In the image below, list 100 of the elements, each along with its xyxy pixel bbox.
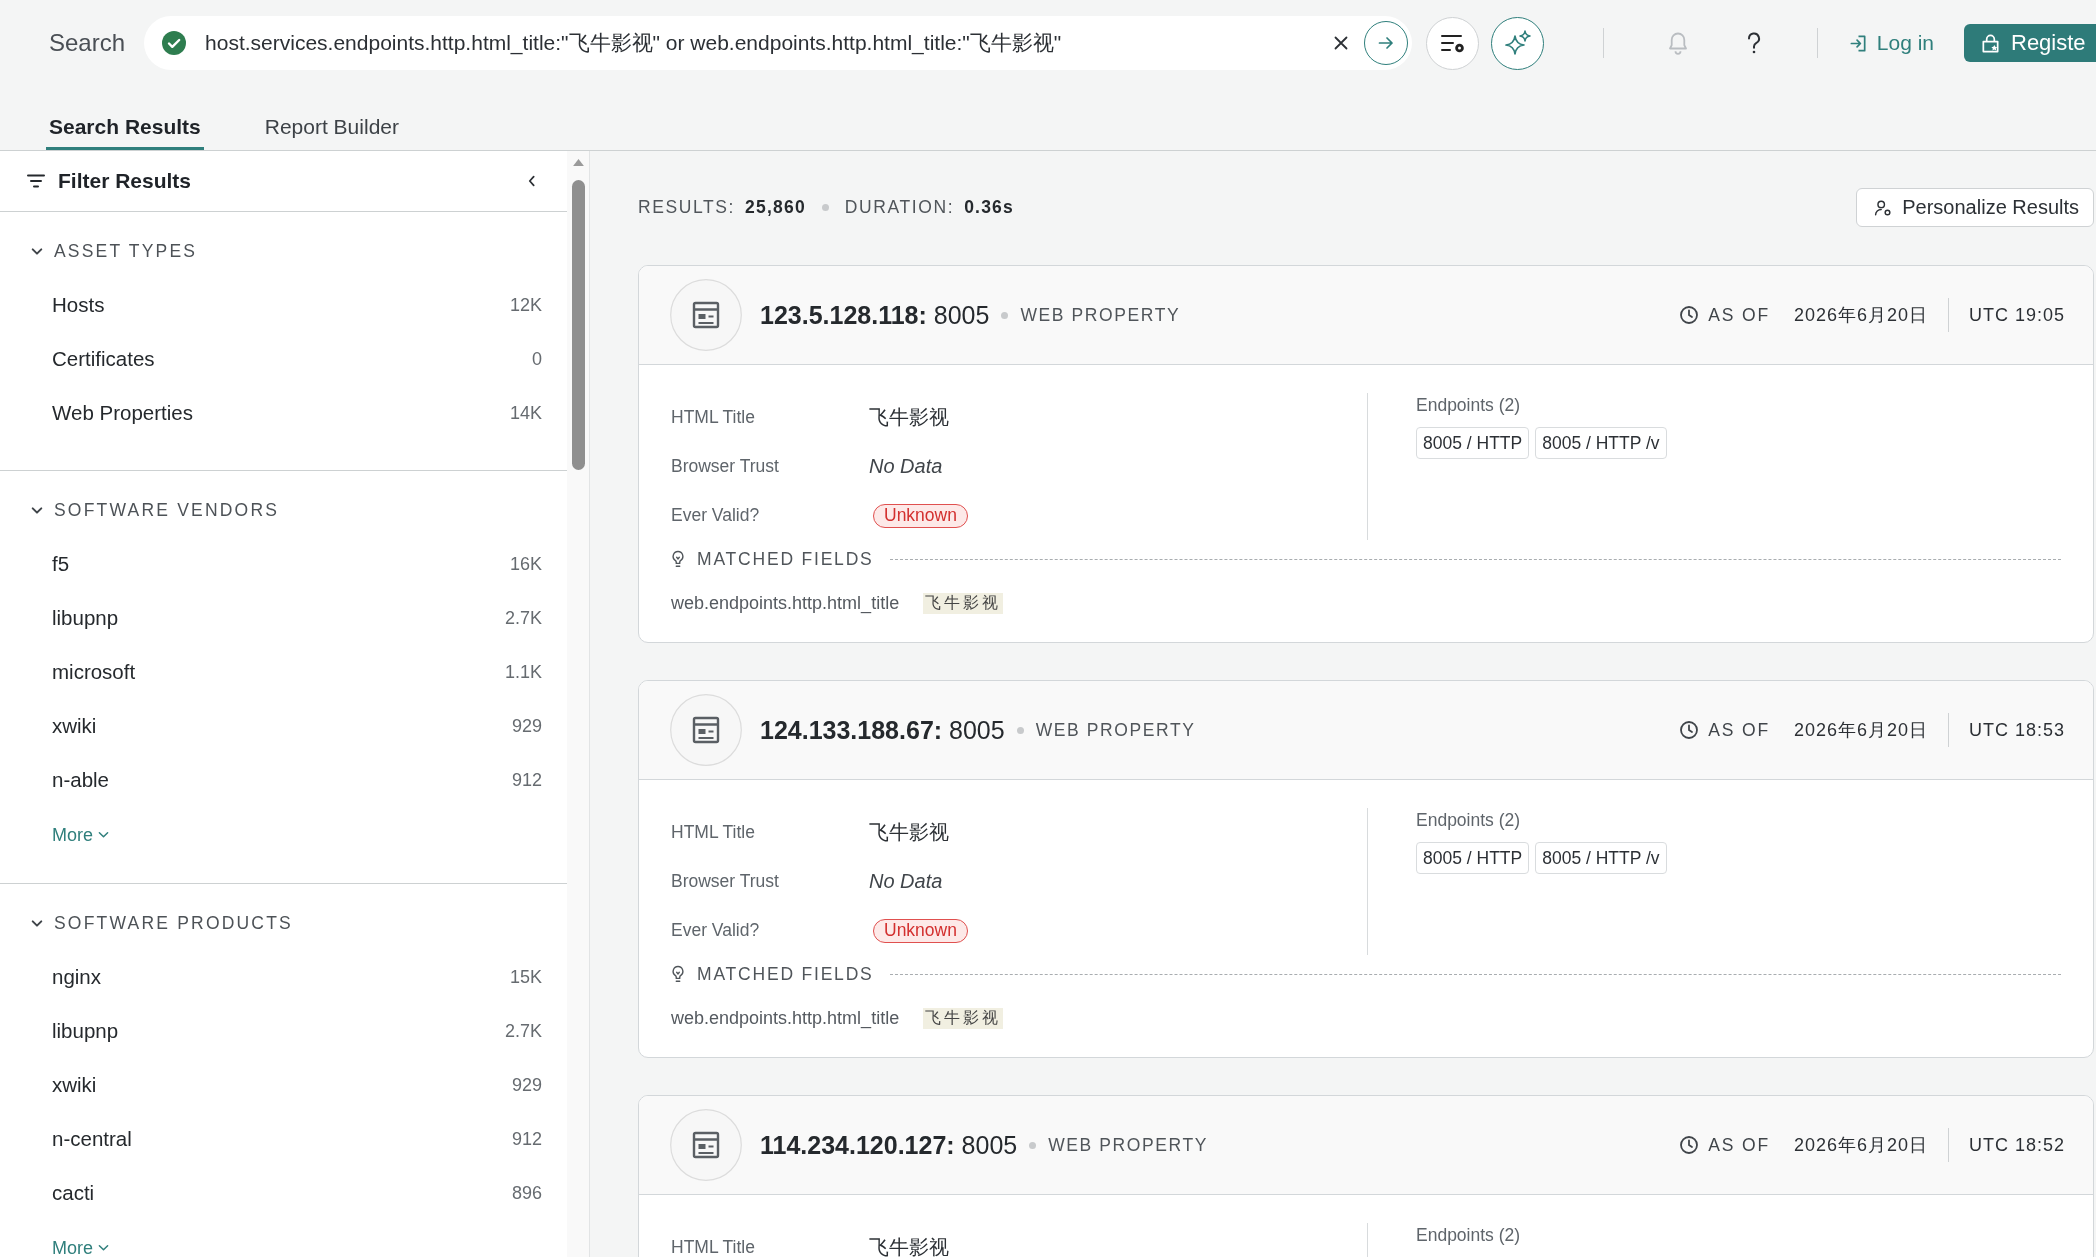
check-circle-icon [162,31,187,55]
sparkle-icon [1503,29,1532,57]
collapse-button[interactable] [527,174,536,188]
filter-option[interactable]: libupnp [52,606,119,630]
option-count: 1.1K [504,661,542,683]
matched-value-highlight: 飞牛影视 [923,1007,1004,1029]
as-of-label: AS OF [1708,719,1770,741]
web-page-icon [670,694,742,766]
field-label: Ever Valid? [671,920,761,941]
results-label: RESULTS: [638,197,736,218]
filter-option[interactable]: f5 [52,552,70,576]
endpoints-label: Endpoints (2) [1416,1224,1522,1247]
chevron-down-icon [98,831,109,839]
endpoints-label: Endpoints (2) [1416,394,1522,417]
field-label: Browser Trust [671,871,780,892]
clock-icon [1679,305,1700,325]
login-icon [1848,33,1868,53]
option-count: 2.7K [504,1020,542,1042]
filter-option[interactable]: Hosts [52,293,105,317]
field-value: 飞牛影视 [869,405,949,430]
close-icon [1334,36,1349,50]
result-title-link[interactable]: 124.133.188.67: 8005 [760,715,1005,745]
separator-dot-icon [1029,1141,1037,1149]
scan-date: 2026年6月20日 [1793,304,1928,327]
filter-option[interactable]: cacti [52,1181,95,1205]
duration-label: DURATION: [844,197,955,218]
as-of-label: AS OF [1708,1134,1770,1156]
clear-button[interactable] [1334,36,1349,50]
web-page-icon [670,1109,742,1181]
filter-option[interactable]: xwiki [52,1073,97,1097]
endpoint-tag[interactable]: 8005 / HTTP [1416,427,1530,459]
field-value: 飞牛影视 [869,1235,949,1257]
result-title-link[interactable]: 114.234.120.127: 8005 [760,1130,1018,1160]
chevron-down-icon[interactable] [31,246,43,256]
submit-search-button[interactable] [1364,21,1409,65]
help-icon[interactable] [1745,31,1762,55]
option-count: 2.7K [504,607,542,629]
filter-option[interactable]: nginx [52,965,101,989]
field-label: HTML Title [671,407,756,428]
asset-type-label: WEB PROPERTY [1048,1134,1209,1156]
option-count: 929 [511,715,542,737]
filter-option[interactable]: microsoft [52,660,136,684]
more-link[interactable]: More [52,1230,109,1257]
filter-panel-title: Filter Results [58,169,192,193]
register-button[interactable]: Registe [1964,24,2096,62]
matched-fields-label: MATCHED FIELDS [697,548,874,570]
scan-time: UTC 18:53 [1968,719,2065,741]
status-badge: Unknown [873,918,968,943]
chevron-down-icon[interactable] [31,918,43,928]
search-field[interactable]: host.services.endpoints.http.html_title:"飞牛影视" or web.endpoints.http.html_title:"飞牛影视" [144,16,1413,70]
endpoint-tag[interactable]: 8005 / HTTP /v [1535,842,1667,874]
web-page-icon [670,279,742,351]
filter-option[interactable]: n-central [52,1127,132,1151]
matched-field-name: web.endpoints.http.html_title [671,592,900,614]
lock-icon [1980,32,2001,54]
list-settings-icon [1439,32,1466,54]
scan-date: 2026年6月20日 [1793,1134,1928,1157]
chevron-down-icon[interactable] [31,505,43,515]
field-value: 飞牛影视 [869,820,949,845]
as-of-label: AS OF [1708,304,1770,326]
filter-option[interactable]: xwiki [52,714,97,738]
section-heading: SOFTWARE VENDORS [54,499,280,521]
login-link[interactable]: Log in [1848,31,1934,55]
matched-fields-label: MATCHED FIELDS [697,963,874,985]
separator-dot-icon [821,204,829,211]
asset-type-label: WEB PROPERTY [1035,719,1196,741]
endpoint-tag[interactable]: 8005 / HTTP /v [1535,427,1667,459]
scrollbar-thumb[interactable] [571,180,585,470]
option-count: 912 [511,769,542,791]
chevron-left-icon [527,174,536,188]
tab[interactable]: Report Builder [261,100,402,150]
duration-value: 0.36s [964,197,1014,218]
field-value: No Data [869,870,943,893]
personalize-results-button[interactable]: Personalize Results [1856,188,2094,227]
matched-field-name: web.endpoints.http.html_title [671,1007,900,1029]
lightbulb-icon [671,550,685,568]
field-label: Browser Trust [671,456,780,477]
filter-icon [27,174,45,188]
scan-time: UTC 19:05 [1968,304,2065,326]
separator-dot-icon [1016,726,1024,734]
option-count: 0 [532,348,542,370]
filter-option[interactable]: n-able [52,768,109,792]
option-count: 929 [511,1074,542,1096]
filter-option[interactable]: Web Properties [52,401,193,425]
search-label: Search [49,29,126,57]
asset-type-label: WEB PROPERTY [1020,304,1181,326]
status-badge: Unknown [873,503,968,528]
scroll-up-arrow-icon[interactable] [571,158,585,167]
more-link[interactable]: More [52,817,109,853]
filter-option[interactable]: Certificates [52,347,155,371]
field-label: Ever Valid? [671,505,761,526]
option-count: 896 [511,1182,542,1204]
option-count: 12K [509,294,542,316]
endpoint-tag[interactable]: 8005 / HTTP [1416,842,1530,874]
separator-dot-icon [1001,311,1009,319]
endpoints-label: Endpoints (2) [1416,809,1522,832]
person-settings-icon [1874,198,1893,217]
result-title-link[interactable]: 123.5.128.118: 8005 [760,300,990,330]
filter-option[interactable]: libupnp [52,1019,119,1043]
chevron-down-icon [98,1244,109,1252]
